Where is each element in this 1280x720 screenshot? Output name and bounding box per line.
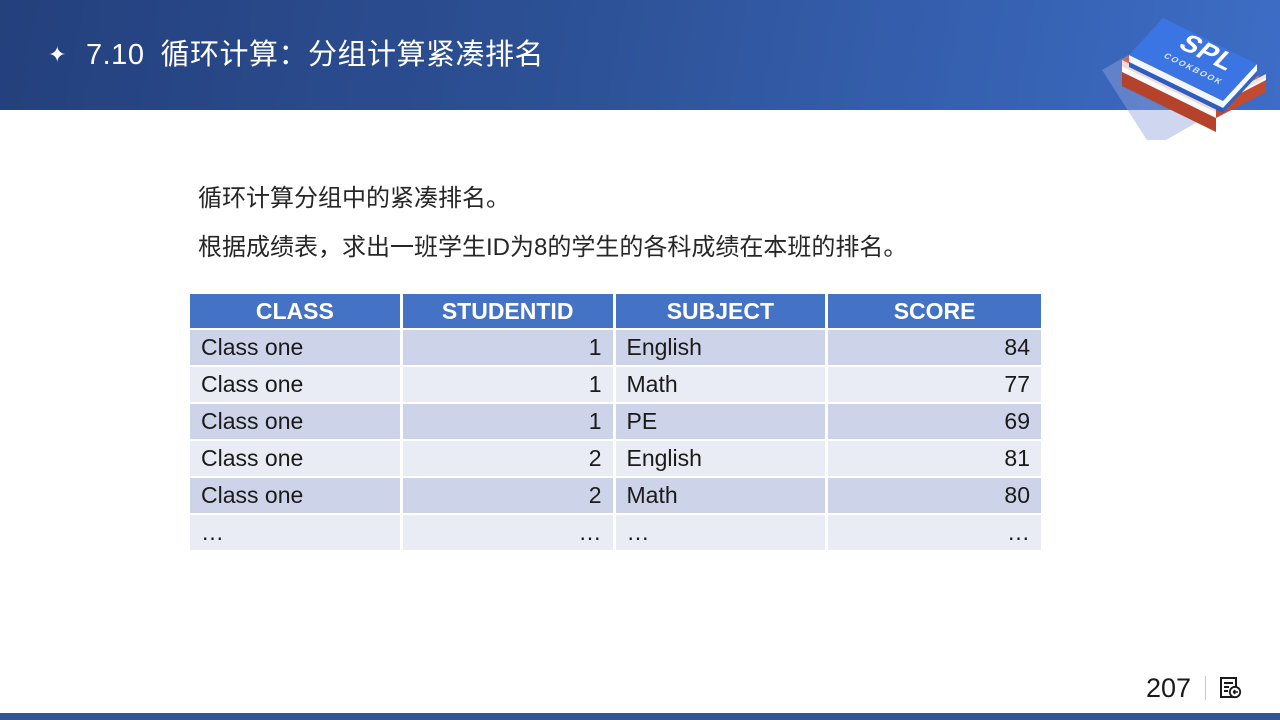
table-cell: 2 (402, 478, 616, 515)
column-header-subject: SUBJECT (615, 294, 829, 330)
table-cell: 80 (828, 478, 1041, 515)
footer: 207 (1146, 672, 1244, 704)
column-header-studentid: STUDENTID (402, 294, 616, 330)
back-to-contents-button[interactable] (1218, 675, 1244, 701)
table-row: Class one 2 Math 80 (190, 478, 1041, 515)
table-cell: 1 (402, 404, 616, 441)
table-cell: … (828, 515, 1041, 552)
table-cell: Class one (190, 330, 403, 367)
body-text: 循环计算分组中的紧凑排名。 根据成绩表，求出一班学生ID为8的学生的各科成绩在本… (198, 182, 907, 280)
table-cell: Math (615, 367, 829, 404)
table-row: Class one 1 PE 69 (190, 404, 1041, 441)
table-cell: … (402, 515, 616, 552)
section-title: 循环计算：分组计算紧凑排名 (160, 39, 544, 71)
table-cell: … (615, 515, 829, 552)
section-number: 7.10 (86, 39, 145, 71)
table-cell: 77 (828, 367, 1041, 404)
table-cell: 81 (828, 441, 1041, 478)
scores-table: CLASS STUDENTID SUBJECT SCORE Class one … (190, 294, 1041, 552)
sparkle-icon: ✦ (48, 42, 67, 67)
table-cell: 1 (402, 367, 616, 404)
table-cell: English (615, 441, 829, 478)
table-cell: 69 (828, 404, 1041, 441)
slide: ✦ 7.10 循环计算：分组计算紧凑排名 SPL COOKBOOK 循环计算分组… (0, 0, 1280, 720)
description-line-1: 循环计算分组中的紧凑排名。 (198, 185, 510, 212)
description-line-2: 根据成绩表，求出一班学生ID为8的学生的各科成绩在本班的排名。 (198, 234, 908, 261)
page-number: 207 (1145, 672, 1191, 703)
contents-list-back-icon (1220, 677, 1242, 699)
table-cell: 2 (402, 441, 616, 478)
table-cell: Class one (190, 441, 403, 478)
table-cell: PE (615, 404, 829, 441)
header-bar: ✦ 7.10 循环计算：分组计算紧凑排名 (0, 0, 1280, 110)
table-cell: Class one (190, 404, 403, 441)
table-cell: English (615, 330, 829, 367)
table-row: Class one 1 English 84 (190, 330, 1041, 367)
table-row: Class one 2 English 81 (190, 441, 1041, 478)
column-header-score: SCORE (828, 294, 1041, 330)
bottom-accent-bar (0, 713, 1280, 720)
column-header-class: CLASS (190, 294, 403, 330)
table-cell: Math (615, 478, 829, 515)
table-row: Class one 1 Math 77 (190, 367, 1041, 404)
table-cell: Class one (190, 478, 403, 515)
table-cell: 1 (402, 330, 616, 367)
table-cell: Class one (190, 367, 403, 404)
table-row-ellipsis: … … … … (190, 515, 1041, 552)
page-title: 7.10 循环计算：分组计算紧凑排名 (86, 36, 544, 74)
table-header-row: CLASS STUDENTID SUBJECT SCORE (190, 294, 1041, 330)
table-cell: 84 (828, 330, 1041, 367)
table-cell: … (190, 515, 403, 552)
footer-divider (1205, 676, 1206, 700)
